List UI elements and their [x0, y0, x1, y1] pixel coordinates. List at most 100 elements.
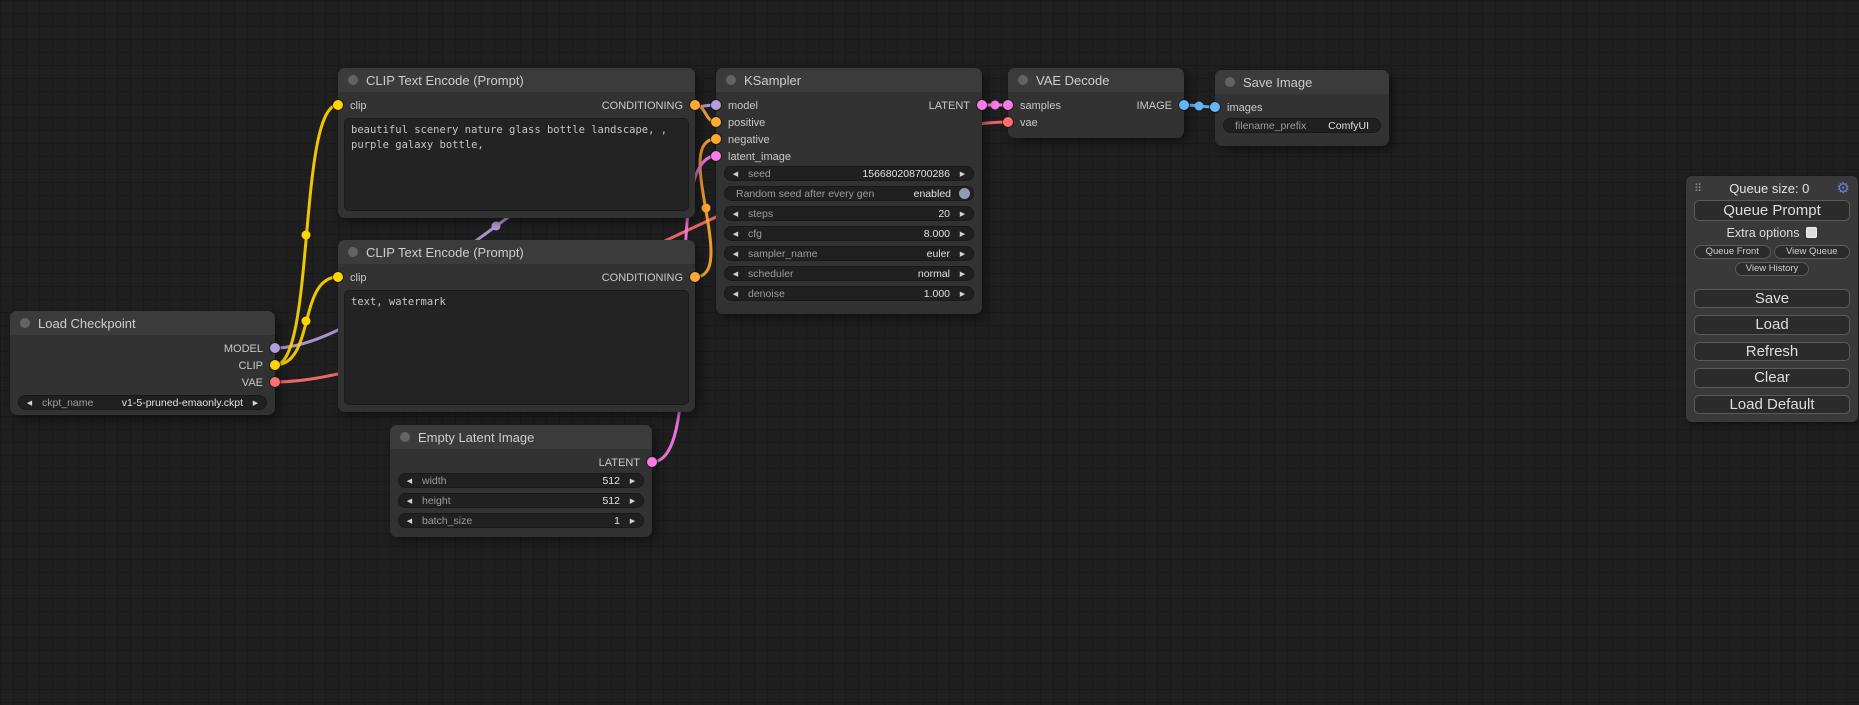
increment-arrow-icon[interactable]: ▶ [958, 210, 967, 218]
node-title-bar[interactable]: KSampler [716, 68, 982, 92]
input-label-positive: positive [728, 117, 765, 129]
decrement-arrow-icon[interactable]: ◀ [731, 250, 740, 258]
node-title: CLIP Text Encode (Prompt) [366, 73, 524, 88]
decrement-arrow-icon[interactable]: ◀ [405, 477, 414, 485]
decrement-arrow-icon[interactable]: ◀ [731, 170, 740, 178]
node-title-bar[interactable]: Empty Latent Image [390, 425, 652, 449]
increment-arrow-icon[interactable]: ▶ [628, 477, 637, 485]
decrement-arrow-icon[interactable]: ◀ [405, 497, 414, 505]
collapse-icon[interactable] [348, 247, 358, 257]
widget-cfg[interactable]: ◀ cfg 8.000 ▶ [724, 226, 974, 241]
collapse-icon[interactable] [726, 75, 736, 85]
node-empty-latent-image[interactable]: Empty Latent Image LATENT ◀ width 512 ▶ … [390, 425, 652, 537]
input-slot-vae[interactable] [1003, 117, 1013, 127]
graph-canvas[interactable]: Load Checkpoint MODEL CLIP VAE ◀ ckpt_na… [0, 0, 1859, 705]
input-slot-images[interactable] [1210, 102, 1220, 112]
increment-arrow-icon[interactable]: ▶ [958, 270, 967, 278]
slot-list: LATENT [390, 449, 652, 471]
widget-ckpt-name[interactable]: ◀ ckpt_name v1-5-pruned-emaonly.ckpt ▶ [18, 395, 267, 410]
decrement-arrow-icon[interactable]: ◀ [731, 290, 740, 298]
collapse-icon[interactable] [20, 318, 30, 328]
view-queue-button[interactable]: View Queue [1774, 245, 1851, 259]
collapse-icon[interactable] [400, 432, 410, 442]
node-vae-decode[interactable]: VAE Decode samples IMAGE vae [1008, 68, 1184, 138]
wire-dot-image [1195, 102, 1204, 111]
save-button[interactable]: Save [1694, 289, 1850, 309]
node-ksampler[interactable]: KSampler model LATENT positive negative … [716, 68, 982, 314]
increment-arrow-icon[interactable]: ▶ [958, 230, 967, 238]
decrement-arrow-icon[interactable]: ◀ [405, 517, 414, 525]
collapse-icon[interactable] [348, 75, 358, 85]
output-slot-clip[interactable] [270, 360, 280, 370]
input-slot-negative[interactable] [711, 134, 721, 144]
decrement-arrow-icon[interactable]: ◀ [731, 210, 740, 218]
node-load-checkpoint[interactable]: Load Checkpoint MODEL CLIP VAE ◀ ckpt_na… [10, 311, 275, 415]
slot-list: clip CONDITIONING [338, 92, 695, 114]
widget-scheduler[interactable]: ◀ scheduler normal ▶ [724, 266, 974, 281]
collapse-icon[interactable] [1018, 75, 1028, 85]
input-slot-model[interactable] [711, 100, 721, 110]
node-clip-text-encode-positive[interactable]: CLIP Text Encode (Prompt) clip CONDITION… [338, 68, 695, 218]
decrement-arrow-icon[interactable]: ◀ [731, 230, 740, 238]
slot-row: latent_image [716, 148, 982, 165]
input-slot-samples[interactable] [1003, 100, 1013, 110]
queue-prompt-button[interactable]: Queue Prompt [1694, 200, 1850, 221]
widget-width[interactable]: ◀ width 512 ▶ [398, 473, 644, 488]
collapse-icon[interactable] [1225, 77, 1235, 87]
prompt-textarea[interactable]: beautiful scenery nature glass bottle la… [344, 118, 689, 211]
widget-denoise[interactable]: ◀ denoise 1.000 ▶ [724, 286, 974, 301]
clear-button[interactable]: Clear [1694, 368, 1850, 388]
node-save-image[interactable]: Save Image images filename_prefix ComfyU… [1215, 70, 1389, 146]
input-label-model: model [728, 100, 758, 112]
widget-height[interactable]: ◀ height 512 ▶ [398, 493, 644, 508]
node-title-bar[interactable]: VAE Decode [1008, 68, 1184, 92]
view-history-button[interactable]: View History [1735, 262, 1809, 276]
input-slot-clip[interactable] [333, 100, 343, 110]
widget-seed[interactable]: ◀ seed 156680208700286 ▶ [724, 166, 974, 181]
node-title-bar[interactable]: Load Checkpoint [10, 311, 275, 335]
wire-dot-latent-samples [991, 101, 1000, 110]
widget-random-seed-toggle[interactable]: Random seed after every gen enabled [724, 186, 974, 201]
increment-arrow-icon[interactable]: ▶ [628, 517, 637, 525]
increment-arrow-icon[interactable]: ▶ [251, 399, 260, 407]
increment-arrow-icon[interactable]: ▶ [628, 497, 637, 505]
decrement-arrow-icon[interactable]: ◀ [25, 399, 34, 407]
node-title-bar[interactable]: CLIP Text Encode (Prompt) [338, 240, 695, 264]
input-slot-clip[interactable] [333, 272, 343, 282]
widget-batch-size[interactable]: ◀ batch_size 1 ▶ [398, 513, 644, 528]
widget-steps[interactable]: ◀ steps 20 ▶ [724, 206, 974, 221]
input-slot-positive[interactable] [711, 117, 721, 127]
toggle-knob[interactable] [959, 188, 970, 199]
increment-arrow-icon[interactable]: ▶ [958, 250, 967, 258]
node-clip-text-encode-negative[interactable]: CLIP Text Encode (Prompt) clip CONDITION… [338, 240, 695, 412]
output-slot-model[interactable] [270, 343, 280, 353]
slot-list: model LATENT positive negative latent_im… [716, 92, 982, 165]
output-label-model: MODEL [224, 343, 263, 355]
extra-options-checkbox[interactable] [1806, 227, 1817, 238]
widget-label: height [417, 495, 599, 507]
input-slot-latent-image[interactable] [711, 151, 721, 161]
settings-gear-icon[interactable]: ⚙ [1837, 181, 1850, 196]
increment-arrow-icon[interactable]: ▶ [958, 170, 967, 178]
output-slot-latent[interactable] [647, 457, 657, 467]
slot-list: samples IMAGE vae [1008, 92, 1184, 131]
prompt-textarea[interactable]: text, watermark [344, 290, 689, 405]
queue-front-button[interactable]: Queue Front [1694, 245, 1771, 259]
slot-row: clip CONDITIONING [338, 269, 695, 286]
load-button[interactable]: Load [1694, 315, 1850, 335]
decrement-arrow-icon[interactable]: ◀ [731, 270, 740, 278]
increment-arrow-icon[interactable]: ▶ [958, 290, 967, 298]
output-slot-conditioning[interactable] [690, 272, 700, 282]
refresh-button[interactable]: Refresh [1694, 342, 1850, 362]
widget-sampler-name[interactable]: ◀ sampler_name euler ▶ [724, 246, 974, 261]
output-slot-vae[interactable] [270, 377, 280, 387]
output-slot-image[interactable] [1179, 100, 1189, 110]
widget-filename-prefix[interactable]: filename_prefix ComfyUI [1223, 118, 1381, 133]
node-title-bar[interactable]: Save Image [1215, 70, 1389, 94]
output-slot-latent[interactable] [977, 100, 987, 110]
node-title-bar[interactable]: CLIP Text Encode (Prompt) [338, 68, 695, 92]
output-slot-conditioning[interactable] [690, 100, 700, 110]
slot-row: vae [1008, 114, 1184, 131]
load-default-button[interactable]: Load Default [1694, 395, 1850, 415]
drag-handle-icon[interactable]: ⠿ [1694, 182, 1702, 195]
